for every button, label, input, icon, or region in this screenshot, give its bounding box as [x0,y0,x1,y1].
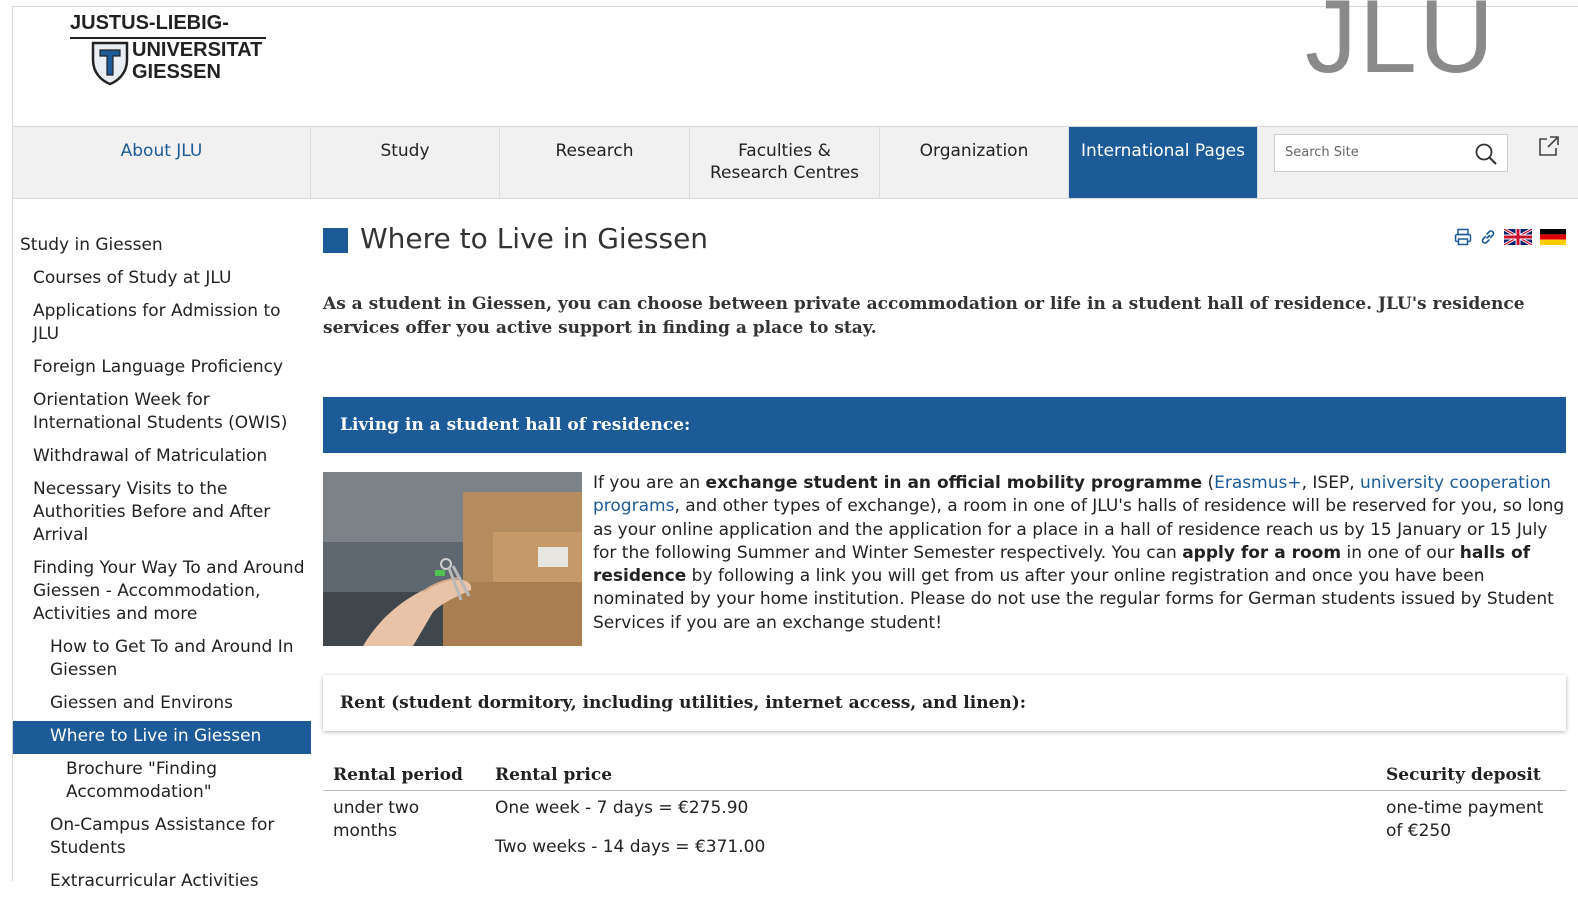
hall-text-part: ( [1202,473,1215,493]
rent-heading: Rent (student dormitory, including utili… [323,675,1566,731]
rent-table: Rental period Rental price Security depo… [323,764,1566,865]
price-two-weeks: Two weeks - 14 days = €371.00 [495,837,766,857]
price-one-week: One week - 7 days = €275.90 [495,798,749,818]
erasmus-link[interactable]: Erasmus+ [1214,473,1301,493]
search-area [1258,127,1578,198]
hall-text-part: by following a link you will get from us… [593,566,1554,633]
sidebar-item-how-to-get-around[interactable]: How to Get To and Around In Giessen [13,632,311,688]
hall-section: If you are an exchange student in an off… [323,472,1566,648]
shield-icon [91,41,129,86]
nav-item-faculties[interactable]: Faculties & Research Centres [690,127,880,198]
hall-text-part: , ISEP, [1301,473,1361,493]
search-box [1274,134,1508,172]
section-heading-hall: Living in a student hall of residence: [323,397,1566,453]
table-header-security-deposit: Security deposit [1376,764,1566,791]
logo-text-line1: JUSTUS-LIEBIG- [70,12,229,34]
external-link-icon[interactable] [1538,135,1560,157]
search-icon[interactable] [1475,143,1497,165]
page-title: Where to Live in Giessen [360,222,709,255]
sidebar-item-language-proficiency[interactable]: Foreign Language Proficiency [13,352,311,385]
university-logo[interactable]: JUSTUS-LIEBIG- UNIVERSITAT GIESSEN [70,12,270,92]
sidebar-item-withdrawal[interactable]: Withdrawal of Matriculation [13,441,311,474]
cell-rental-price: One week - 7 days = €275.90 Two weeks - … [485,791,1376,866]
sidebar-item-finding-your-way[interactable]: Finding Your Way To and Around Giessen -… [13,553,311,632]
nav-item-organization[interactable]: Organization [880,127,1069,198]
sidebar-item-on-campus-assistance[interactable]: On-Campus Assistance for Students [13,810,311,866]
logo-text-line2: UNIVERSITAT [132,39,263,61]
nav-item-about-jlu[interactable]: About JLU [13,127,311,198]
table-row: under two months One week - 7 days = €27… [323,791,1566,866]
sidebar-navigation: Study in Giessen Courses of Study at JLU… [13,230,311,899]
title-row: Where to Live in Giessen [323,222,1566,262]
logo-text-line3: GIESSEN [132,61,221,83]
print-icon[interactable] [1454,228,1472,246]
hall-text-part: in one of our [1341,542,1460,563]
hall-text-bold: apply for a room [1182,542,1342,563]
sidebar-item-extracurricular[interactable]: Extracurricular Activities [13,866,311,899]
main-content: Where to Live in Giessen As a student in… [323,222,1566,865]
cell-rental-period: under two months [333,798,420,841]
page-tools [1454,228,1566,246]
sidebar-item-applications[interactable]: Applications for Admission to JLU [13,296,311,352]
hall-text-bold: exchange student in an official mobility… [705,473,1203,493]
table-header-rental-price: Rental price [485,764,1376,791]
sidebar-item-brochure[interactable]: Brochure "Finding Accommodation" [13,754,311,810]
jlu-brand-mark: JLU [1305,0,1496,95]
intro-text: As a student in Giessen, you can choose … [323,294,1525,338]
search-input[interactable] [1283,144,1477,161]
keys-in-hand-photo [323,472,582,646]
german-flag-icon[interactable] [1540,229,1566,245]
sidebar-item-orientation-week[interactable]: Orientation Week for International Stude… [13,385,311,441]
sidebar-item-where-to-live[interactable]: Where to Live in Giessen [13,721,311,754]
main-navigation: About JLU Study Research Faculties & Res… [13,126,1578,199]
link-icon[interactable] [1480,229,1496,245]
table-header-rental-period: Rental period [323,764,485,791]
sidebar-item-necessary-visits[interactable]: Necessary Visits to the Authorities Befo… [13,474,311,553]
uk-flag-icon[interactable] [1504,229,1532,245]
title-marker [323,228,348,253]
sidebar-item-study-in-giessen[interactable]: Study in Giessen [13,230,311,263]
sidebar-item-courses-of-study[interactable]: Courses of Study at JLU [13,263,311,296]
hall-text-part: If you are an [593,473,706,493]
nav-item-study[interactable]: Study [311,127,500,198]
hall-description: If you are an exchange student in an off… [593,472,1566,635]
cell-security-deposit: one-time payment of €250 [1386,798,1544,841]
nav-item-international-pages[interactable]: International Pages [1069,127,1258,198]
sidebar-item-giessen-environs[interactable]: Giessen and Environs [13,688,311,721]
nav-item-research[interactable]: Research [500,127,690,198]
